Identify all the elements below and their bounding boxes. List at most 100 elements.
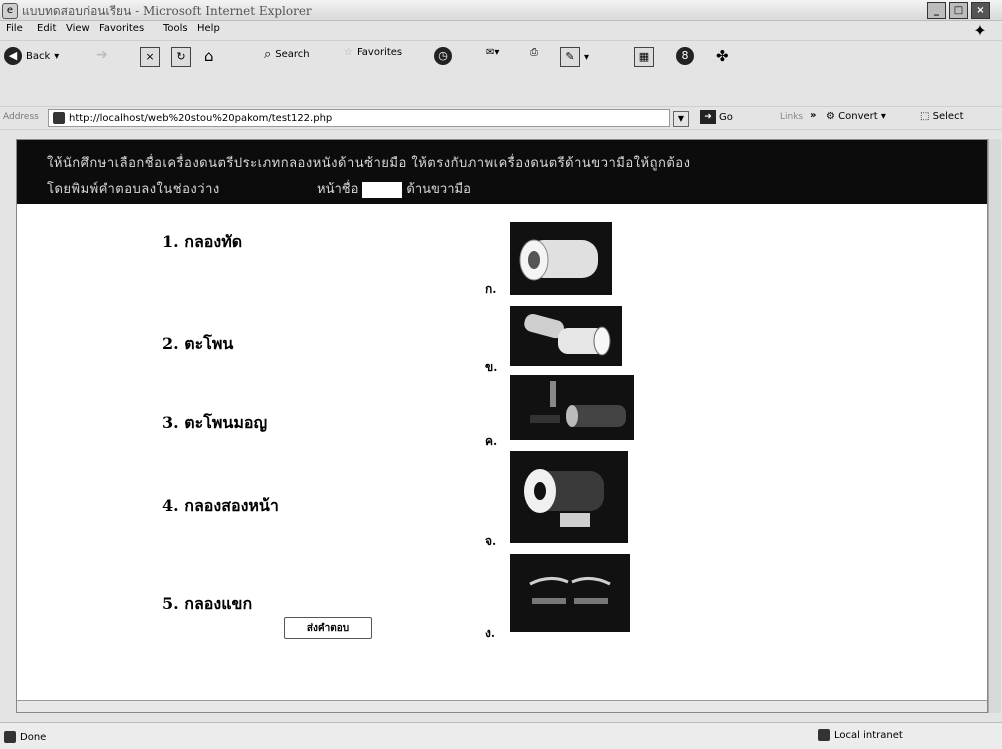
instruction-line-2: โดยพิมพ์คำตอบลงในช่องว่าง bbox=[47, 182, 220, 197]
status-zone: Local intranet bbox=[818, 729, 903, 741]
menu-bar: File Edit View Favorites Tools Help bbox=[0, 20, 1002, 39]
menu-help[interactable]: Help bbox=[197, 23, 220, 34]
choice-label: ค. bbox=[485, 434, 498, 448]
instruction-line-1: ให้นักศึกษาเลือกชื่อเครื่องดนตรีประเภทกล… bbox=[47, 156, 691, 171]
toolbar: ◀ Back ▾ ➔ × ↻ ⌂ ⌕ Search ☆ Favorites ◷ … bbox=[0, 40, 1002, 75]
drum-photo-a bbox=[510, 222, 612, 295]
convert-label: Convert bbox=[838, 111, 878, 122]
go-label: Go bbox=[719, 111, 733, 123]
minimize-button[interactable]: _ bbox=[927, 2, 946, 19]
print-button[interactable]: ⎙ bbox=[530, 47, 538, 58]
back-arrow-icon: ◀ bbox=[4, 47, 22, 65]
messenger-button[interactable]: 8 bbox=[676, 47, 694, 65]
question-item-1: 1. กลองทัด bbox=[162, 230, 242, 255]
address-dropdown-icon[interactable]: ▼ bbox=[673, 111, 689, 127]
drum-photo-b bbox=[510, 306, 622, 366]
refresh-button[interactable]: ↻ bbox=[171, 47, 191, 67]
edit-dropdown-icon: ▾ bbox=[584, 51, 590, 63]
menu-edit[interactable]: Edit bbox=[37, 23, 56, 34]
horizontal-divider bbox=[17, 700, 987, 712]
address-input[interactable] bbox=[69, 112, 629, 124]
address-label: Address bbox=[3, 112, 39, 122]
address-bar: Address ▼ ➜ Go Links » ⚙ Convert ▾ ⬚ Sel… bbox=[0, 106, 1002, 130]
drum-a-drawing bbox=[519, 239, 598, 281]
instruction-line-2b: หน้าชื่อ ด้านขวามือ bbox=[317, 178, 471, 199]
back-button[interactable]: ◀ Back ▾ bbox=[4, 47, 59, 65]
question-item-2: 2. ตะโพน bbox=[162, 332, 233, 357]
vertical-scrollbar[interactable] bbox=[988, 139, 1001, 713]
go-button[interactable]: ➜ Go bbox=[700, 110, 733, 124]
item-name: กลองสองหน้า bbox=[184, 496, 279, 515]
blank-sample-box bbox=[362, 181, 403, 198]
address-field[interactable] bbox=[48, 109, 670, 127]
back-dropdown-icon: ▾ bbox=[54, 50, 60, 62]
item-number: 1. bbox=[162, 232, 179, 251]
favorites-label: Favorites bbox=[356, 47, 403, 58]
title-bar: e แบบทดสอบก่อนเรียน - Microsoft Internet… bbox=[0, 0, 1002, 21]
drum-b-drawing bbox=[524, 313, 611, 356]
star-icon: ☆ bbox=[344, 47, 353, 58]
zone-text: Local intranet bbox=[834, 729, 903, 741]
page-icon bbox=[53, 112, 65, 124]
page-done-icon bbox=[4, 731, 16, 743]
drum-e-drawing bbox=[529, 577, 611, 604]
item-number: 5. bbox=[162, 594, 179, 613]
menu-favorites[interactable]: Favorites bbox=[99, 23, 144, 34]
home-button[interactable]: ⌂ bbox=[204, 47, 214, 65]
search-button[interactable]: ⌕ Search bbox=[264, 47, 310, 62]
refresh-icon: ↻ bbox=[171, 47, 191, 67]
select-button[interactable]: ⬚ Select bbox=[920, 111, 964, 122]
instruction-line-2b-text: หน้าชื่อ bbox=[317, 182, 359, 197]
drum-photo-d bbox=[510, 451, 628, 543]
menu-view[interactable]: View bbox=[66, 23, 90, 34]
history-icon: ◷ bbox=[434, 47, 452, 65]
item-number: 4. bbox=[162, 496, 179, 515]
item-name: กลองทัด bbox=[184, 232, 243, 251]
menu-file[interactable]: File bbox=[6, 23, 23, 34]
links-label[interactable]: Links bbox=[780, 112, 803, 122]
close-button[interactable]: × bbox=[971, 2, 990, 19]
choice-label: ง. bbox=[485, 626, 496, 640]
go-arrow-icon: ➜ bbox=[700, 110, 716, 124]
forward-arrow-icon: ➔ bbox=[96, 47, 108, 63]
messenger-icon: 8 bbox=[676, 47, 694, 65]
drum-d-drawing bbox=[524, 469, 604, 527]
stop-icon: × bbox=[140, 47, 160, 67]
question-item-4: 4. กลองสองหน้า bbox=[162, 494, 279, 519]
back-label: Back bbox=[26, 50, 51, 62]
toolbar-chevron[interactable]: » bbox=[810, 110, 816, 121]
discuss-button[interactable]: ▦ bbox=[634, 47, 654, 67]
maximize-button[interactable]: □ bbox=[949, 2, 968, 19]
choice-label: ก. bbox=[485, 282, 497, 296]
print-icon: ⎙ bbox=[530, 47, 538, 58]
mail-button[interactable]: ✉▾ bbox=[486, 47, 499, 58]
page-content: ให้นักศึกษาเลือกชื่อเครื่องดนตรีประเภทกล… bbox=[16, 139, 988, 713]
status-left: Done bbox=[4, 731, 46, 743]
item-number: 2. bbox=[162, 334, 179, 353]
menu-tools[interactable]: Tools bbox=[163, 23, 188, 34]
windows-logo-icon: ✦ bbox=[973, 21, 987, 40]
history-button[interactable]: ◷ bbox=[434, 47, 452, 65]
research-icon: ✤ bbox=[716, 47, 729, 65]
stop-button[interactable]: × bbox=[140, 47, 160, 67]
convert-button[interactable]: ⚙ Convert ▾ bbox=[826, 111, 886, 122]
drum-photo-e bbox=[510, 554, 630, 632]
research-button[interactable]: ✤ bbox=[716, 47, 729, 65]
submit-answer-button[interactable]: ส่งคำตอบ bbox=[284, 617, 372, 639]
drum-photo-c bbox=[510, 375, 634, 440]
item-number: 3. bbox=[162, 413, 179, 432]
intranet-icon bbox=[818, 729, 830, 741]
search-icon: ⌕ bbox=[264, 47, 272, 62]
favorites-button[interactable]: ☆ Favorites bbox=[344, 47, 402, 58]
forward-button[interactable]: ➔ bbox=[96, 47, 108, 63]
item-name: กลองแขก bbox=[184, 594, 253, 613]
discuss-icon: ▦ bbox=[634, 47, 654, 67]
drum-c-drawing bbox=[530, 381, 626, 427]
edit-button[interactable]: ✎ ▾ bbox=[560, 47, 589, 67]
item-name: ตะโพน bbox=[184, 334, 234, 353]
window-title: แบบทดสอบก่อนเรียน - Microsoft Internet E… bbox=[22, 4, 312, 18]
home-icon: ⌂ bbox=[204, 47, 214, 65]
search-label: Search bbox=[275, 49, 310, 60]
question-item-5: 5. กลองแขก bbox=[162, 592, 252, 617]
status-bar: Done Local intranet bbox=[0, 722, 1002, 749]
